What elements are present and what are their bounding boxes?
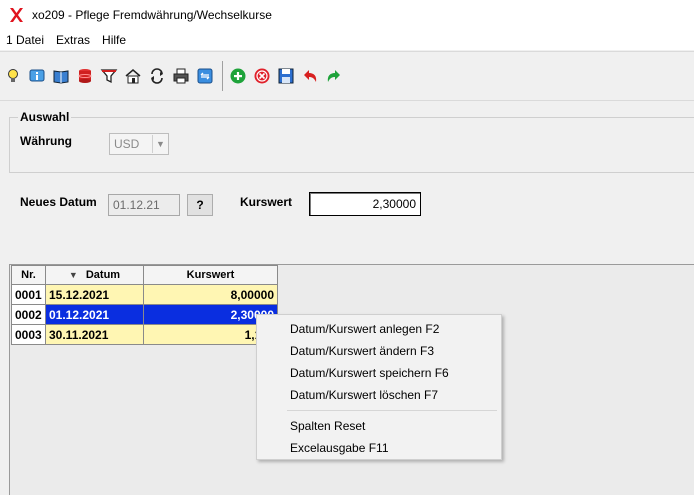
currency-label: Währung [20,134,72,148]
selection-panel: Auswahl Währung USD ▼ Neues Datum 01.12.… [0,100,694,230]
filter-icon[interactable] [98,65,120,87]
ctx-separator [287,410,497,411]
table-header-row: Nr. ▼ Datum Kurswert [11,265,278,285]
ctx-item-excelausgabe[interactable]: Excelausgabe F11 [257,437,501,459]
table-row-selected[interactable]: 0002 01.12.2021 2,30000 [11,304,278,325]
window-title: xo209 - Pflege Fremdwährung/Wechselkurse [32,8,272,22]
menu-extras[interactable]: Extras [56,33,90,47]
refresh-icon[interactable] [146,65,168,87]
ctx-item-speichern[interactable]: Datum/Kurswert speichern F6 [257,362,501,384]
title-bar: xo209 - Pflege Fremdwährung/Wechselkurse [0,0,694,30]
home-icon[interactable] [122,65,144,87]
date-field[interactable]: 01.12.21 [108,194,180,216]
column-header-datum-label: Datum [85,269,121,281]
cell-datum[interactable]: 15.12.2021 [45,284,144,305]
toolbar [0,56,694,96]
save-icon[interactable] [275,65,297,87]
toolbar-separator [222,61,223,91]
book-icon[interactable] [50,65,72,87]
bulb-icon[interactable] [2,65,24,87]
cell-nr[interactable]: 0001 [11,284,46,305]
redo-icon[interactable] [323,65,345,87]
column-header-nr-label: Nr. [21,269,36,281]
column-header-datum[interactable]: ▼ Datum [45,265,144,285]
cell-nr[interactable]: 0002 [11,304,46,325]
column-header-nr[interactable]: Nr. [11,265,46,285]
column-header-kurswert-label: Kurswert [186,269,235,281]
cell-kurswert[interactable]: 8,00000 [143,284,278,305]
ctx-item-anlegen[interactable]: Datum/Kurswert anlegen F2 [257,318,501,340]
chevron-down-icon[interactable]: ▼ [152,135,168,153]
database-icon[interactable] [74,65,96,87]
ctx-item-spalten-reset[interactable]: Spalten Reset [257,415,501,437]
rates-table: Nr. ▼ Datum Kurswert 0001 15.12.2021 8,00… [11,265,278,345]
exchange-icon[interactable] [194,65,216,87]
cell-datum[interactable]: 01.12.2021 [45,304,144,325]
cell-nr[interactable]: 0003 [11,324,46,345]
info-icon[interactable] [26,65,48,87]
app-logo-icon [6,5,26,25]
group-title: Auswahl [18,110,72,124]
sort-desc-icon: ▼ [68,270,78,280]
add-icon[interactable] [227,65,249,87]
cancel-icon[interactable] [251,65,273,87]
cell-datum[interactable]: 30.11.2021 [45,324,144,345]
ctx-item-loeschen[interactable]: Datum/Kurswert löschen F7 [257,384,501,406]
currency-dropdown[interactable]: USD ▼ [109,133,169,155]
date-help-button[interactable]: ? [187,194,213,216]
menu-separator [0,51,694,52]
date-label: Neues Datum [20,195,97,209]
currency-value: USD [114,137,140,151]
undo-icon[interactable] [299,65,321,87]
menu-hilfe[interactable]: Hilfe [102,33,126,47]
menu-datei[interactable]: 1 Datei [6,33,44,47]
print-icon[interactable] [170,65,192,87]
column-header-kurswert[interactable]: Kurswert [143,265,278,285]
table-row[interactable]: 0003 30.11.2021 1,115 [11,324,278,345]
table-row[interactable]: 0001 15.12.2021 8,00000 [11,284,278,305]
context-menu: Datum/Kurswert anlegen F2 Datum/Kurswert… [256,314,502,460]
rate-label: Kurswert [240,195,293,209]
rate-field[interactable]: 2,30000 [309,192,421,216]
menu-bar: 1 Datei Extras Hilfe [0,30,694,50]
ctx-item-aendern[interactable]: Datum/Kurswert ändern F3 [257,340,501,362]
